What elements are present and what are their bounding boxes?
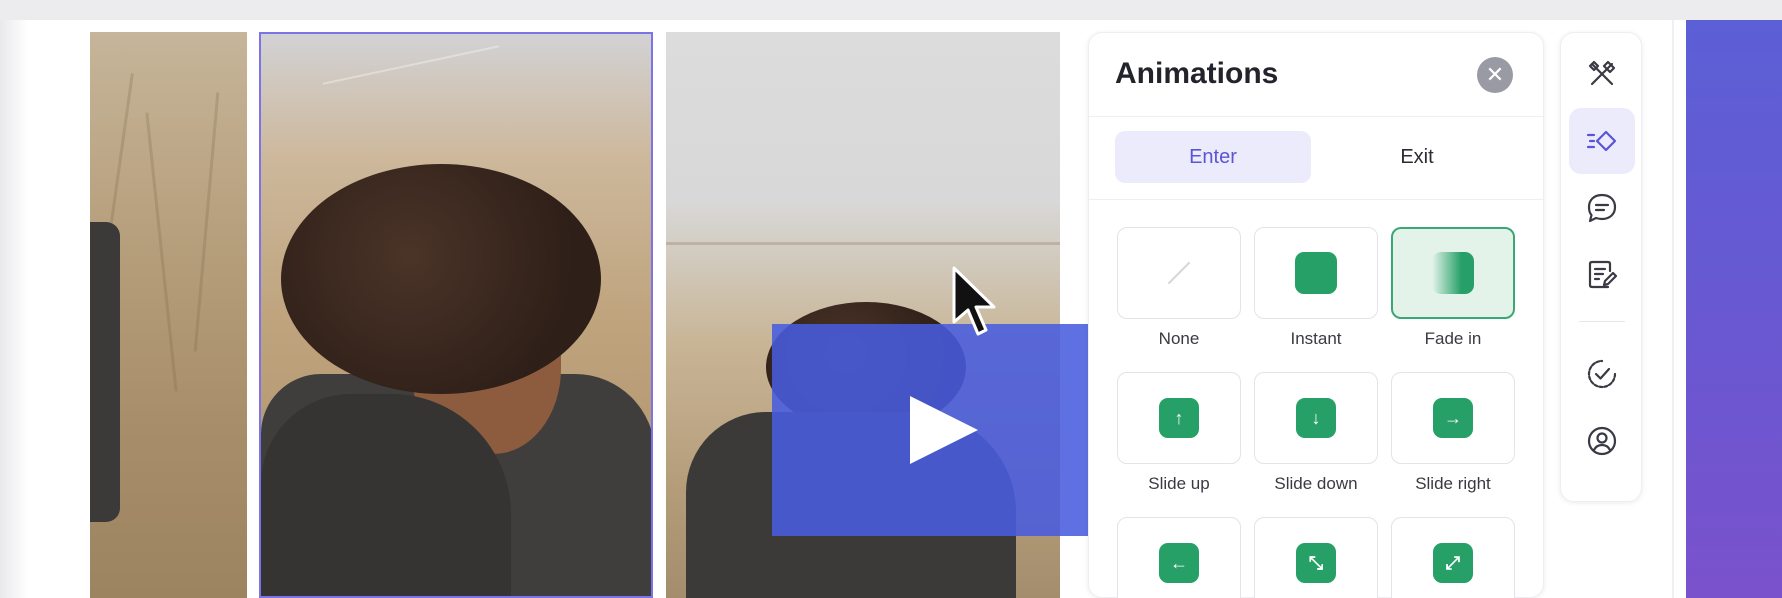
option-collapse[interactable]: ⤢ — [1391, 517, 1515, 598]
option-slide-left[interactable]: ← — [1117, 517, 1241, 598]
option-slide-up[interactable]: ↑ Slide up — [1117, 372, 1241, 494]
photo-frame-1[interactable] — [90, 32, 247, 598]
panel-header: Animations ✕ — [1089, 33, 1543, 117]
option-label: Slide up — [1148, 474, 1210, 493]
photo-frame-2-selected[interactable] — [259, 32, 653, 598]
option-none-box[interactable] — [1117, 227, 1241, 319]
tab-enter[interactable]: Enter — [1115, 131, 1311, 183]
notes-icon — [1588, 260, 1618, 289]
option-slide-right[interactable]: → Slide right — [1391, 372, 1515, 494]
option-slide-down[interactable]: ↓ Slide down — [1254, 372, 1378, 494]
toolbar-divider — [1672, 20, 1674, 598]
profile-button[interactable] — [1569, 408, 1635, 474]
option-collapse-box[interactable]: ⤢ — [1391, 517, 1515, 598]
option-label: Fade in — [1424, 329, 1482, 348]
option-label: None — [1158, 329, 1200, 348]
tools-icon — [1588, 60, 1616, 86]
tools-button[interactable] — [1569, 41, 1635, 107]
arrow-up-icon: ↑ — [1159, 398, 1199, 438]
none-icon — [1167, 261, 1191, 285]
canvas-left-shadow — [0, 20, 28, 598]
user-circle-icon — [1587, 426, 1617, 456]
option-label: Slide down — [1274, 474, 1358, 493]
option-fade-in[interactable]: Fade in — [1391, 227, 1515, 349]
fade-in-icon — [1432, 252, 1474, 294]
option-slide-up-box[interactable]: ↑ — [1117, 372, 1241, 464]
option-expand[interactable]: ⤡ — [1254, 517, 1378, 598]
option-label: Instant — [1290, 329, 1342, 348]
option-label: Slide right — [1415, 474, 1491, 493]
animation-tabs: Enter Exit — [1115, 131, 1515, 183]
option-instant-box[interactable] — [1254, 227, 1378, 319]
option-instant[interactable]: Instant — [1254, 227, 1378, 349]
option-none[interactable]: None — [1117, 227, 1241, 349]
arrow-down-icon: ↓ — [1296, 398, 1336, 438]
animations-panel: Animations ✕ Enter Exit None Instant Fad… — [1088, 32, 1544, 598]
right-toolbar — [1560, 32, 1642, 502]
option-slide-left-box[interactable]: ← — [1117, 517, 1241, 598]
option-slide-right-box[interactable]: → — [1391, 372, 1515, 464]
mouse-cursor-icon — [952, 266, 996, 336]
close-icon[interactable]: ✕ — [1477, 57, 1513, 93]
play-icon[interactable] — [910, 396, 978, 464]
person-hair — [281, 164, 601, 394]
collapse-icon: ⤢ — [1433, 543, 1473, 583]
background-gradient — [1686, 20, 1782, 598]
video-play-overlay[interactable] — [772, 324, 1104, 536]
comments-button[interactable] — [1569, 175, 1635, 241]
arrow-left-icon: ← — [1159, 543, 1199, 583]
animation-button[interactable] — [1569, 108, 1635, 174]
window-top-strip — [0, 0, 1782, 20]
expand-icon: ⤡ — [1296, 543, 1336, 583]
tab-exit[interactable]: Exit — [1319, 131, 1515, 183]
rock-texture — [322, 45, 500, 85]
notes-button[interactable] — [1569, 242, 1635, 308]
instant-icon — [1295, 252, 1337, 294]
panel-title: Animations — [1115, 57, 1279, 90]
option-slide-down-box[interactable]: ↓ — [1254, 372, 1378, 464]
animation-icon — [1586, 130, 1617, 152]
tabs-divider — [1089, 199, 1543, 200]
rock-texture — [193, 92, 220, 352]
person-silhouette — [90, 222, 120, 522]
option-fade-in-box[interactable] — [1391, 227, 1515, 319]
toolbar-separator — [1579, 321, 1625, 322]
rock-texture — [145, 112, 178, 392]
arrow-right-icon: → — [1433, 398, 1473, 438]
check-button[interactable] — [1569, 341, 1635, 407]
rock-ridge — [666, 242, 1060, 245]
comment-icon — [1587, 193, 1617, 223]
check-circle-icon — [1587, 359, 1617, 389]
option-expand-box[interactable]: ⤡ — [1254, 517, 1378, 598]
